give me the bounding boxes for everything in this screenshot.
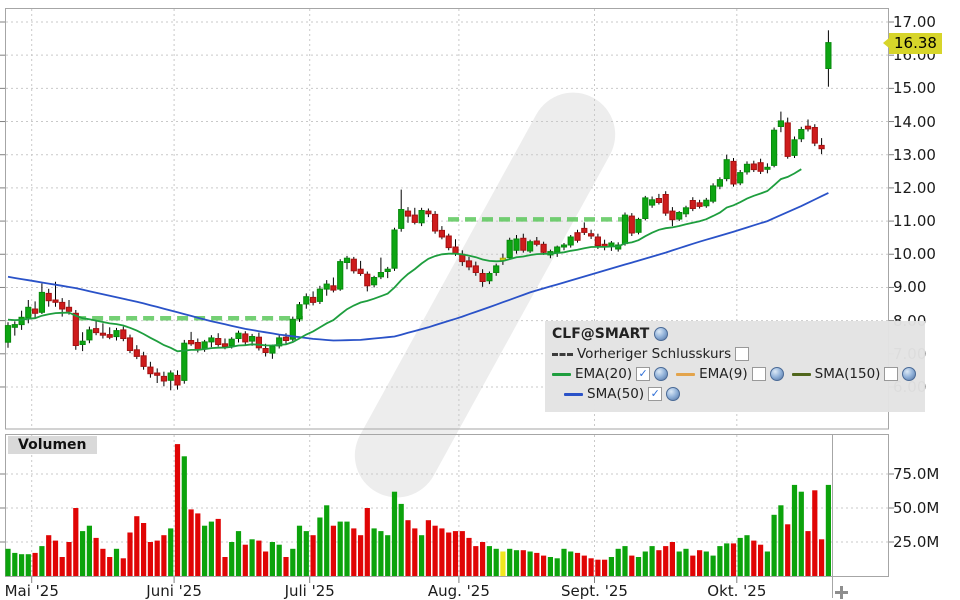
checkbox-unchecked[interactable] xyxy=(884,367,898,381)
last-price-tag: 16.38 xyxy=(889,33,942,54)
globe-icon[interactable] xyxy=(770,367,784,381)
indicator-label: SMA(150) xyxy=(815,366,881,382)
candlestick-volume-chart[interactable] xyxy=(0,0,960,600)
globe-icon[interactable] xyxy=(902,367,916,381)
symbol-title: CLF@SMART xyxy=(552,326,649,342)
gridlines xyxy=(6,9,888,576)
legend-item: SMA(50) ✓ xyxy=(564,386,680,402)
last-price-value: 16.38 xyxy=(894,34,937,52)
legend-item: Vorheriger Schlusskurs xyxy=(552,346,749,362)
line-sample-icon xyxy=(552,373,571,376)
price-tag-arrow-icon xyxy=(883,38,889,48)
checkbox-unchecked[interactable] xyxy=(735,347,749,361)
legend-row: Vorheriger Schlusskurs xyxy=(552,346,916,362)
dashed-line-sample-icon xyxy=(552,353,573,356)
globe-icon[interactable] xyxy=(654,327,668,341)
volume-panel-title: Volumen xyxy=(8,436,97,454)
legend-item: EMA(20) ✓ xyxy=(552,366,668,382)
axis-ticks xyxy=(0,22,894,583)
trading-chart-window: 17.0016.0015.0014.0013.0012.0011.0010.00… xyxy=(0,0,960,600)
panel-borders xyxy=(6,9,889,599)
legend-item: EMA(9) xyxy=(676,366,784,382)
indicator-label: EMA(9) xyxy=(699,366,748,382)
checkbox-checked[interactable]: ✓ xyxy=(648,387,662,401)
indicator-legend: CLF@SMART Vorheriger Schlusskurs EMA(20) ✓… xyxy=(545,321,925,412)
legend-row: EMA(20) ✓ EMA(9) SMA(150) xyxy=(552,366,916,382)
legend-row: SMA(50) ✓ xyxy=(564,386,916,402)
legend-item: SMA(150) xyxy=(792,366,917,382)
scroll-marker-icon[interactable] xyxy=(835,586,848,599)
line-sample-icon xyxy=(676,373,695,376)
checkbox-unchecked[interactable] xyxy=(752,367,766,381)
globe-icon[interactable] xyxy=(654,367,668,381)
globe-icon[interactable] xyxy=(666,387,680,401)
legend-symbol-row: CLF@SMART xyxy=(552,326,916,342)
volume-bars[interactable] xyxy=(5,444,831,576)
indicator-label: EMA(20) xyxy=(575,366,632,382)
line-sample-icon xyxy=(564,393,583,396)
indicator-label: SMA(50) xyxy=(587,386,644,402)
checkbox-checked[interactable]: ✓ xyxy=(636,367,650,381)
line-sample-icon xyxy=(792,373,811,376)
indicator-label: Vorheriger Schlusskurs xyxy=(577,346,731,362)
